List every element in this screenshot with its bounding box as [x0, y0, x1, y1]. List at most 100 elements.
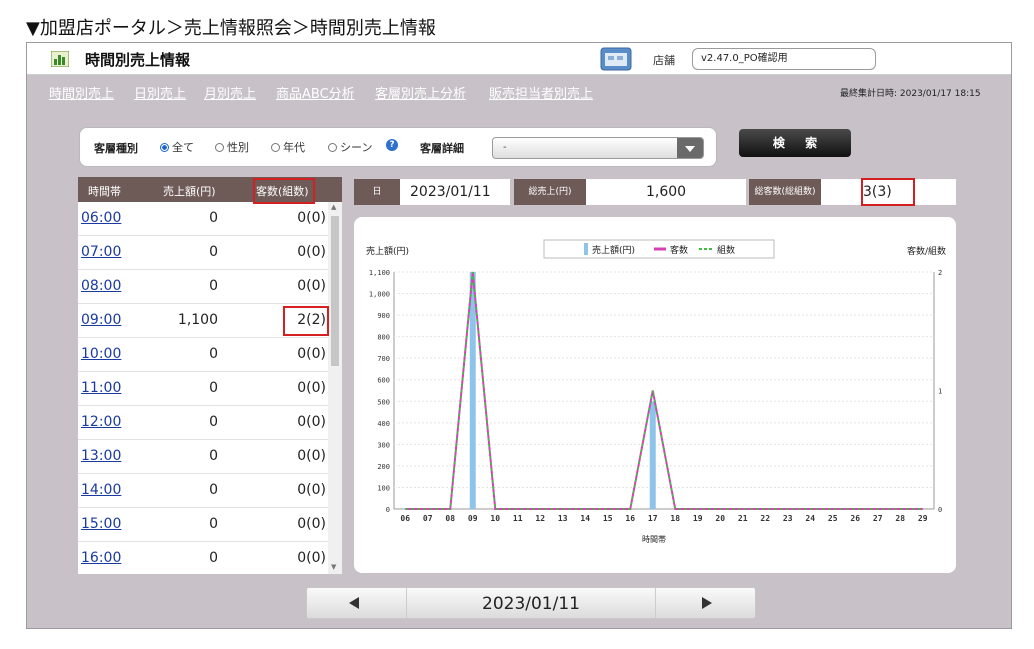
- row-amount: 0: [209, 448, 218, 464]
- table-row: 14:00 0 0(0): [78, 474, 328, 508]
- row-count: 0(0): [297, 244, 326, 260]
- nav-link-abc-analysis[interactable]: 商品ABC分析: [276, 83, 355, 102]
- bar: [469, 272, 476, 509]
- series-line-customers: [405, 271, 923, 510]
- row-amount: 0: [209, 278, 218, 294]
- next-day-button[interactable]: [655, 588, 755, 618]
- radio-gender[interactable]: 性別: [215, 139, 249, 155]
- search-button[interactable]: 検 索: [739, 129, 851, 157]
- segment-detail-label: 客層詳細: [420, 142, 464, 155]
- radio-scene[interactable]: シーン: [328, 139, 372, 155]
- row-time-link[interactable]: 13:00: [81, 448, 121, 464]
- row-count: 0(0): [297, 278, 326, 294]
- row-time-link[interactable]: 12:00: [81, 414, 121, 430]
- segment-detail-value: -: [503, 142, 507, 153]
- x-tick-label: 20: [715, 514, 725, 523]
- page-title: 時間別売上情報: [85, 51, 191, 69]
- y2-tick-label: 2: [938, 269, 942, 277]
- row-amount: 0: [209, 550, 218, 566]
- y2-axis-label: 客数/組数: [907, 245, 946, 257]
- bar-chart-icon: [51, 51, 69, 67]
- row-amount: 0: [209, 414, 218, 430]
- x-tick-label: 10: [490, 514, 500, 523]
- app-window: 時間別売上情報 店舗 v2.47.0_PO確認用 時間別売上 日別売上 月別売上…: [26, 42, 1012, 629]
- store-icon[interactable]: [600, 47, 632, 71]
- scroll-down-icon[interactable]: ▼: [331, 563, 336, 571]
- y-tick-label: 300: [377, 441, 390, 449]
- y-axis-label: 売上額(円): [366, 245, 409, 257]
- row-time-link[interactable]: 06:00: [81, 210, 121, 226]
- segment-detail-select[interactable]: -: [492, 137, 704, 159]
- x-tick-label: 14: [580, 514, 590, 523]
- summary-total-sales: 1,600: [586, 179, 746, 205]
- x-tick-label: 15: [603, 514, 613, 523]
- prev-day-button[interactable]: [307, 588, 407, 618]
- hourly-sales-chart: 売上額(円) 客数 組数 売上額(円) 客数/組数 時間帯 010020030040…: [366, 239, 946, 544]
- row-time-link[interactable]: 07:00: [81, 244, 121, 260]
- nav-link-segment-analysis[interactable]: 客層別売上分析: [375, 83, 466, 102]
- nav-bar: 時間別売上 日別売上 月別売上 商品ABC分析 客層別売上分析 販売担当者別売上…: [27, 76, 1011, 106]
- radio-icon: [215, 143, 224, 152]
- table-row: 15:00 0 0(0): [78, 508, 328, 542]
- y2-tick-label: 0: [938, 506, 942, 514]
- store-label: 店舗: [653, 54, 675, 67]
- summary-total-customers-label: 総客数(総組数): [749, 179, 821, 205]
- row-time-link[interactable]: 09:00: [81, 312, 121, 328]
- nav-link-staff-sales[interactable]: 販売担当者別売上: [489, 83, 593, 102]
- radio-icon: [271, 143, 280, 152]
- y-tick-label: 600: [377, 377, 390, 385]
- summary-date: 2023/01/11: [400, 179, 510, 205]
- row-count: 0(0): [297, 346, 326, 362]
- row-count: 0(0): [297, 482, 326, 498]
- y-tick-label: 400: [377, 420, 390, 428]
- help-icon[interactable]: ?: [386, 139, 398, 151]
- radio-scene-label: シーン: [340, 141, 373, 154]
- radio-icon: [328, 143, 337, 152]
- x-tick-label: 24: [805, 514, 815, 523]
- nav-link-monthly-sales[interactable]: 月別売上: [204, 83, 256, 102]
- row-time-link[interactable]: 14:00: [81, 482, 121, 498]
- y-tick-label: 900: [377, 312, 390, 320]
- row-time-link[interactable]: 15:00: [81, 516, 121, 532]
- highlight-box-count-header: [253, 178, 315, 204]
- row-amount: 0: [209, 482, 218, 498]
- x-tick-label: 21: [738, 514, 748, 523]
- scroll-thumb[interactable]: [331, 216, 339, 366]
- row-amount: 0: [209, 516, 218, 532]
- highlight-box-total-customers: [861, 178, 915, 206]
- radio-age[interactable]: 年代: [271, 139, 305, 155]
- x-tick-label: 12: [535, 514, 545, 523]
- nav-link-daily-sales[interactable]: 日別売上: [134, 83, 186, 102]
- radio-gender-label: 性別: [227, 141, 249, 154]
- series-line-groups: [405, 271, 923, 510]
- x-axis-label: 時間帯: [642, 534, 666, 544]
- x-tick-label: 23: [783, 514, 793, 523]
- row-time-link[interactable]: 16:00: [81, 550, 121, 566]
- x-tick-label: 06: [400, 514, 410, 523]
- table-scrollbar[interactable]: ▲ ▼: [328, 202, 342, 574]
- y-tick-label: 100: [377, 484, 390, 492]
- pager-date: 2023/01/11: [482, 594, 580, 614]
- radio-all[interactable]: 全て: [160, 139, 194, 155]
- row-time-link[interactable]: 11:00: [81, 380, 121, 396]
- x-tick-label: 13: [558, 514, 568, 523]
- x-tick-label: 27: [873, 514, 883, 523]
- table-row: 11:00 0 0(0): [78, 372, 328, 406]
- x-tick-label: 25: [828, 514, 838, 523]
- row-amount: 0: [209, 346, 218, 362]
- row-time-link[interactable]: 10:00: [81, 346, 121, 362]
- table-row: 07:00 0 0(0): [78, 236, 328, 270]
- nav-link-hourly-sales[interactable]: 時間別売上: [49, 83, 114, 102]
- table-row: 16:00 0 0(0): [78, 542, 328, 574]
- x-tick-label: 09: [468, 514, 478, 523]
- scroll-up-icon[interactable]: ▲: [331, 203, 336, 211]
- y-tick-label: 500: [377, 398, 390, 406]
- chart-panel: 売上額(円) 客数 組数 売上額(円) 客数/組数 時間帯 0 100 200 300 40…: [354, 217, 956, 573]
- store-select[interactable]: v2.47.0_PO確認用: [692, 48, 876, 70]
- legend-label-customers: 客数: [670, 244, 688, 256]
- search-panel: 客層種別 全て 性別 年代 シーン ? 客層詳細 -: [79, 127, 717, 167]
- chart-marks: [405, 271, 923, 510]
- y2-tick-label: 1: [938, 388, 942, 396]
- row-time-link[interactable]: 08:00: [81, 278, 121, 294]
- hourly-table: 時間帯 売上額(円) 客数(組数) 06:00 0 0(0) 07:00 0 0(0) …: [78, 177, 342, 574]
